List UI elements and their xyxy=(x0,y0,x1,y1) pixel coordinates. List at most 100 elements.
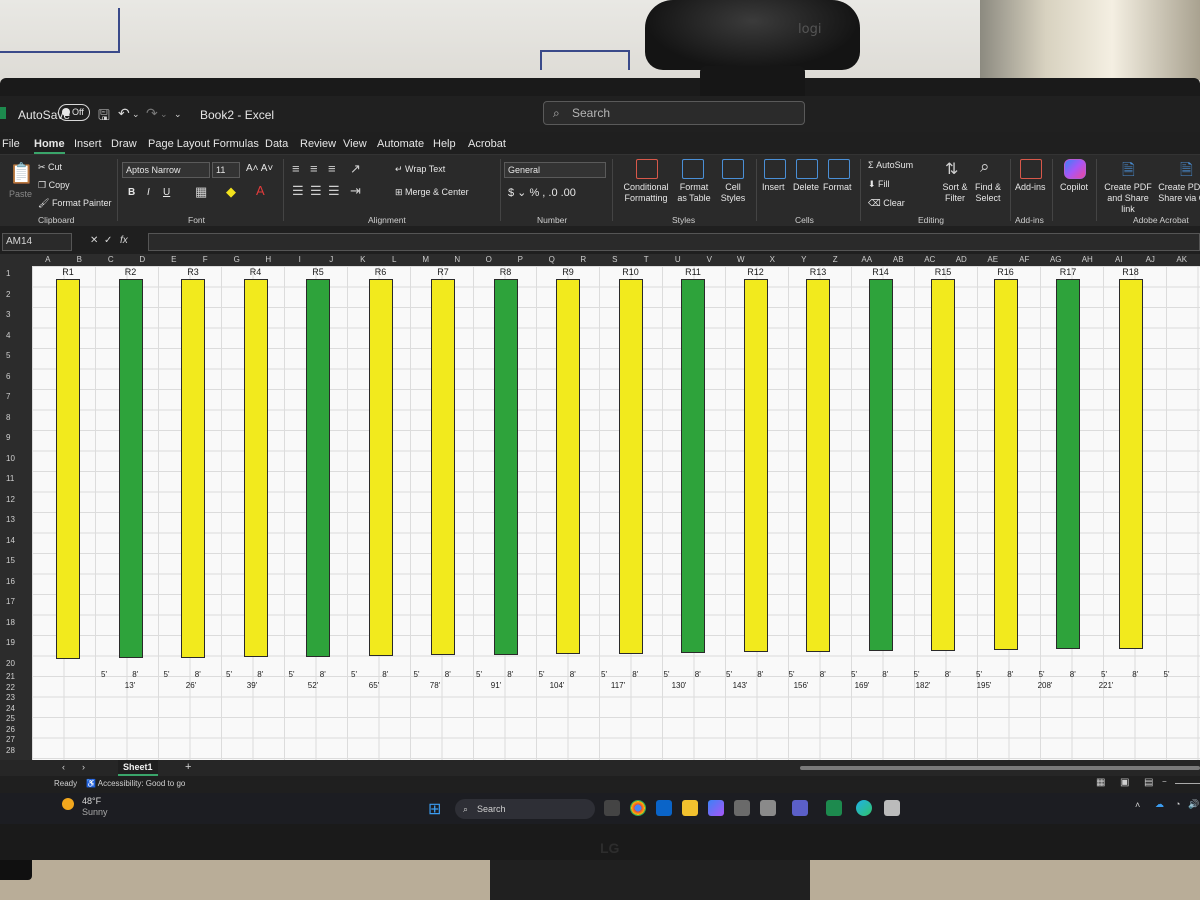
fill-color-icon[interactable]: ◆ xyxy=(226,184,236,200)
spacing-cell[interactable]: 8' xyxy=(998,670,1022,679)
cumulative-distance-cell[interactable]: 26' xyxy=(179,681,203,690)
column-header[interactable]: W xyxy=(725,254,757,266)
conditional-formatting-button[interactable]: Conditional Formatting xyxy=(620,182,672,204)
format-as-table-button[interactable]: Format as Table xyxy=(674,182,714,204)
copilot-button[interactable]: Copilot xyxy=(1060,182,1088,192)
number-buttons[interactable]: $ ⌄ % , .0 .00 xyxy=(508,186,576,199)
row-header[interactable]: 7 xyxy=(0,392,28,401)
column-header[interactable]: C xyxy=(95,254,127,266)
tab-view[interactable]: View xyxy=(343,138,367,150)
redo-icon[interactable]: ↷ xyxy=(146,105,158,122)
formula-input[interactable] xyxy=(148,233,1200,251)
column-header[interactable]: F xyxy=(190,254,222,266)
column-header[interactable]: AA xyxy=(851,254,883,266)
cumulative-distance-cell[interactable]: 52' xyxy=(301,681,325,690)
spacing-cell[interactable]: 5' xyxy=(405,670,429,679)
confirm-entry-icon[interactable]: ✓ xyxy=(104,235,112,246)
row-header[interactable]: 19 xyxy=(0,638,28,647)
spacing-cell[interactable]: 8' xyxy=(436,670,460,679)
column-header[interactable]: M xyxy=(410,254,442,266)
delete-cells-button[interactable]: Delete xyxy=(793,182,819,192)
spacing-cell[interactable]: 8' xyxy=(561,670,585,679)
column-header[interactable]: T xyxy=(631,254,663,266)
column-header[interactable]: E xyxy=(158,254,190,266)
copilot-taskbar-icon[interactable] xyxy=(708,800,724,816)
next-sheet-icon[interactable]: › xyxy=(82,762,85,772)
column-header[interactable]: AI xyxy=(1103,254,1135,266)
clear-button[interactable]: ⌫ Clear xyxy=(868,198,905,209)
row-header[interactable]: 21 xyxy=(0,672,28,681)
spacing-cell[interactable]: 5' xyxy=(530,670,554,679)
indent-icon[interactable]: ⇥ xyxy=(350,183,361,199)
column-header[interactable]: X xyxy=(757,254,789,266)
format-cells-icon[interactable] xyxy=(828,159,850,179)
insert-function-icon[interactable]: fx xyxy=(120,235,128,246)
onedrive-icon[interactable]: ☁ xyxy=(1155,799,1164,810)
cumulative-distance-cell[interactable]: 182' xyxy=(911,681,935,690)
zoom-out-icon[interactable]: − xyxy=(1162,777,1167,786)
cell-styles-icon[interactable] xyxy=(722,159,744,179)
copilot-icon[interactable] xyxy=(1064,159,1086,179)
redo-dropdown-icon[interactable]: ⌄ xyxy=(160,109,168,120)
column-header[interactable]: R xyxy=(568,254,600,266)
add-ins-icon[interactable] xyxy=(1020,159,1042,179)
column-header[interactable]: U xyxy=(662,254,694,266)
cumulative-distance-cell[interactable]: 208' xyxy=(1033,681,1057,690)
row-header[interactable]: 20 xyxy=(0,659,28,668)
column-header[interactable]: Q xyxy=(536,254,568,266)
cumulative-distance-cell[interactable]: 130' xyxy=(667,681,691,690)
create-pdf-share-link-button[interactable]: Create PDF and Share link xyxy=(1100,182,1156,215)
row-header[interactable]: 2 xyxy=(0,290,28,299)
windows-start-icon[interactable]: ⊞ xyxy=(428,799,441,819)
spacing-cell[interactable]: 5' xyxy=(280,670,304,679)
weather-condition[interactable]: Sunny xyxy=(82,807,108,817)
insert-cells-button[interactable]: Insert xyxy=(762,182,785,192)
sheet-tab-sheet1[interactable]: Sheet1 xyxy=(118,760,158,776)
chrome-icon[interactable] xyxy=(630,800,646,816)
column-header[interactable]: AF xyxy=(1009,254,1041,266)
tab-file[interactable]: File xyxy=(2,138,20,150)
column-header[interactable]: B xyxy=(64,254,96,266)
column-header[interactable]: A xyxy=(32,254,64,266)
spacing-cell[interactable]: 8' xyxy=(186,670,210,679)
format-cells-button[interactable]: Format xyxy=(823,182,852,192)
cumulative-distance-cell[interactable]: 104' xyxy=(545,681,569,690)
paste-label[interactable]: Paste xyxy=(9,189,32,199)
wrap-text-button[interactable]: ↵ Wrap Text xyxy=(395,164,445,175)
cumulative-distance-cell[interactable]: 65' xyxy=(362,681,386,690)
column-header[interactable]: G xyxy=(221,254,253,266)
column-header[interactable]: AC xyxy=(914,254,946,266)
font-name-select[interactable]: Aptos Narrow xyxy=(122,162,210,178)
app-icon[interactable] xyxy=(884,800,900,816)
column-header[interactable]: K xyxy=(347,254,379,266)
column-header[interactable]: L xyxy=(379,254,411,266)
align-center-icon[interactable]: ☰ xyxy=(310,183,322,199)
cumulative-distance-cell[interactable]: 91' xyxy=(484,681,508,690)
spacing-cell[interactable]: 5' xyxy=(1155,670,1179,679)
spacing-cell[interactable]: 5' xyxy=(905,670,929,679)
tab-acrobat[interactable]: Acrobat xyxy=(468,138,506,150)
normal-view-icon[interactable]: ▦ xyxy=(1096,777,1105,788)
row-header[interactable]: 27 xyxy=(0,735,28,744)
column-header[interactable]: I xyxy=(284,254,316,266)
column-header[interactable]: O xyxy=(473,254,505,266)
borders-icon[interactable]: ▦ xyxy=(195,184,207,200)
row-header[interactable]: 6 xyxy=(0,372,28,381)
bold-button[interactable]: B xyxy=(128,187,135,198)
column-header[interactable]: AJ xyxy=(1135,254,1167,266)
tab-page-layout[interactable]: Page Layout xyxy=(148,138,210,150)
cumulative-distance-cell[interactable]: 117' xyxy=(606,681,630,690)
spacing-cell[interactable]: 8' xyxy=(1123,670,1147,679)
spacing-cell[interactable]: 8' xyxy=(123,670,147,679)
spacing-cell[interactable]: 8' xyxy=(248,670,272,679)
spacing-cell[interactable]: 8' xyxy=(623,670,647,679)
edge-icon[interactable] xyxy=(856,800,872,816)
column-header[interactable]: V xyxy=(694,254,726,266)
column-header[interactable]: AE xyxy=(977,254,1009,266)
merge-center-button[interactable]: ⊞ Merge & Center xyxy=(395,187,469,198)
font-color-icon[interactable]: A xyxy=(256,183,265,198)
cumulative-distance-cell[interactable]: 39' xyxy=(240,681,264,690)
row-header[interactable]: 1 xyxy=(0,269,28,278)
cumulative-distance-cell[interactable]: 195' xyxy=(972,681,996,690)
app-icon[interactable] xyxy=(734,800,750,816)
